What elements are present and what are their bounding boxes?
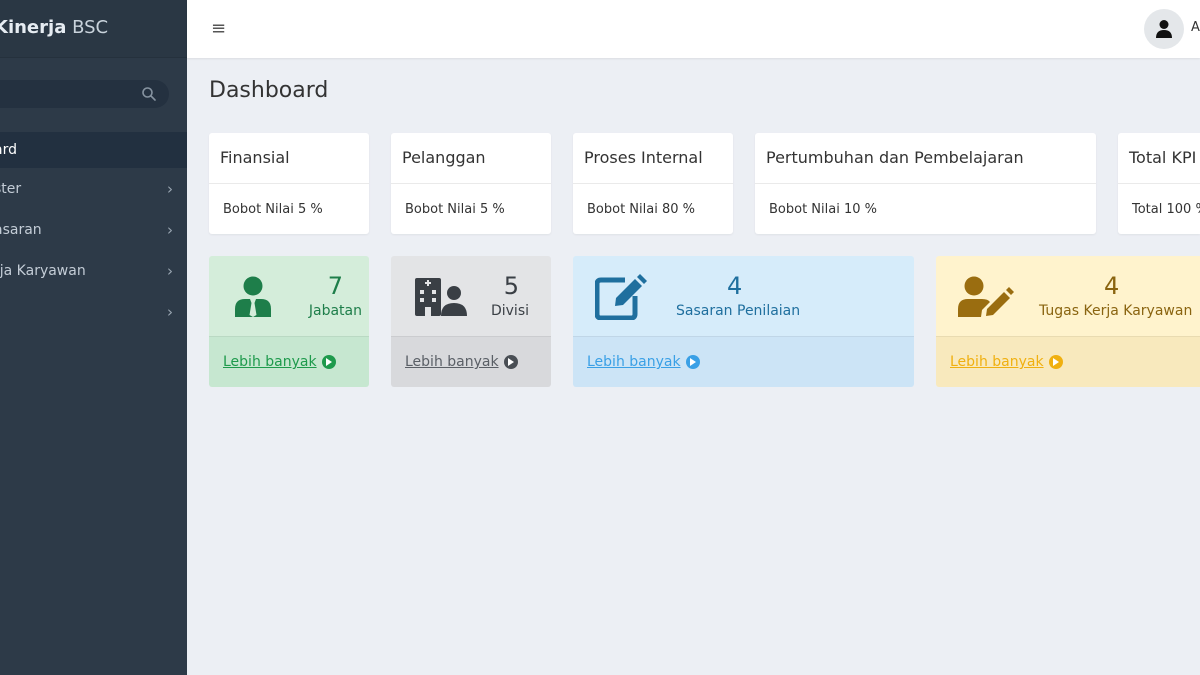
chevron-right-icon: ›	[167, 261, 173, 280]
bsc-card-total-kpi: Total KPI Total 100 %	[1118, 133, 1200, 234]
more-link[interactable]: Lebih banyak	[587, 354, 700, 370]
user-tie-icon	[235, 276, 271, 317]
tile-header: 4 Sasaran Penilaian	[573, 256, 914, 336]
bsc-card-title: Proses Internal	[584, 148, 703, 167]
bsc-card-proses-internal: Proses Internal Bobot Nilai 80 %	[573, 133, 733, 234]
bsc-card-title: Finansial	[220, 148, 290, 167]
divider	[573, 183, 733, 184]
top-navbar: ≡ A	[187, 0, 1200, 58]
tile-footer: Lebih banyak	[936, 336, 1200, 387]
divider	[755, 183, 1096, 184]
sidebar-item-label: ard	[0, 142, 17, 158]
brand-name-light: BSC	[66, 17, 109, 38]
tile-header: 4 Tugas Kerja Karyawan	[936, 256, 1200, 336]
arrow-circle-right-icon	[321, 355, 336, 369]
more-link-label: Lebih banyak	[587, 354, 681, 370]
user-avatar[interactable]	[1144, 9, 1184, 49]
sidebar-item-sasaran[interactable]: asaran ›	[0, 209, 187, 250]
sidebar-item-label: ster	[0, 180, 22, 197]
chevron-right-icon: ›	[167, 302, 173, 321]
hospital-user-icon	[415, 278, 467, 316]
tile-header: 7 Jabatan	[209, 256, 369, 336]
bsc-card-value: Bobot Nilai 10 %	[769, 202, 877, 217]
tile-label: Tugas Kerja Karyawan	[1039, 303, 1193, 319]
arrow-circle-right-icon	[1048, 355, 1063, 369]
more-link-label: Lebih banyak	[223, 354, 317, 370]
sidebar: Kinerja BSC ard ster › asaran › rja Kary…	[0, 0, 187, 675]
stat-tile-sasaran-penilaian: 4 Sasaran Penilaian Lebih banyak	[573, 256, 914, 387]
brand-name-bold: Kinerja	[0, 17, 67, 38]
more-link-label: Lebih banyak	[950, 354, 1044, 370]
tile-label: Divisi	[490, 303, 529, 319]
more-link[interactable]: Lebih banyak	[223, 354, 336, 370]
hamburger-menu-icon[interactable]: ≡	[211, 18, 226, 39]
sidebar-item-master[interactable]: ster ›	[0, 168, 187, 209]
user-icon	[1156, 20, 1172, 38]
stat-tile-jabatan: 7 Jabatan Lebih banyak	[209, 256, 369, 387]
sidebar-item-label: rja Karyawan	[0, 262, 86, 279]
user-name[interactable]: A	[1191, 20, 1200, 35]
bsc-card-value: Bobot Nilai 5 %	[405, 202, 505, 217]
more-link-label: Lebih banyak	[405, 354, 499, 370]
chevron-right-icon: ›	[167, 179, 173, 198]
divider	[1118, 183, 1200, 184]
stat-tile-tugas-kerja: 4 Tugas Kerja Karyawan Lebih banyak	[936, 256, 1200, 387]
arrow-circle-right-icon	[685, 355, 700, 369]
chevron-right-icon: ›	[167, 220, 173, 239]
stat-tile-divisi: 5 Divisi Lebih banyak	[391, 256, 551, 387]
tile-label: Jabatan	[308, 303, 362, 319]
brand-bar: Kinerja BSC	[0, 0, 187, 58]
bsc-card-value: Total 100 %	[1132, 202, 1200, 217]
edit-icon	[595, 274, 647, 320]
tile-count: 4	[727, 272, 743, 300]
tile-count: 5	[503, 272, 519, 300]
bsc-card-pelanggan: Pelanggan Bobot Nilai 5 %	[391, 133, 551, 234]
sidebar-item-more[interactable]: ›	[0, 291, 187, 332]
tile-footer: Lebih banyak	[391, 336, 551, 387]
sidebar-nav: ard ster › asaran › rja Karyawan › ›	[0, 132, 187, 332]
bsc-card-pertumbuhan: Pertumbuhan dan Pembelajaran Bobot Nilai…	[755, 133, 1096, 234]
sidebar-item-kerja-karyawan[interactable]: rja Karyawan ›	[0, 250, 187, 291]
divider	[209, 183, 369, 184]
more-link[interactable]: Lebih banyak	[405, 354, 518, 370]
brand-logo[interactable]: Kinerja BSC	[0, 17, 108, 38]
bsc-card-finansial: Finansial Bobot Nilai 5 %	[209, 133, 369, 234]
tile-count: 4	[1104, 272, 1120, 300]
tile-footer: Lebih banyak	[209, 336, 369, 387]
sidebar-item-dashboard[interactable]: ard	[0, 132, 187, 168]
bsc-card-title: Pelanggan	[402, 148, 486, 167]
bsc-card-title: Total KPI	[1129, 148, 1197, 167]
sidebar-item-label: asaran	[0, 221, 42, 238]
search-icon[interactable]	[141, 86, 157, 102]
tile-header: 5 Divisi	[391, 256, 551, 336]
more-link[interactable]: Lebih banyak	[950, 354, 1063, 370]
sidebar-search-input[interactable]	[0, 80, 169, 108]
page-title: Dashboard	[209, 78, 329, 103]
bsc-card-title: Pertumbuhan dan Pembelajaran	[766, 148, 1024, 167]
bsc-card-value: Bobot Nilai 5 %	[223, 202, 323, 217]
tile-label: Sasaran Penilaian	[676, 303, 801, 319]
tile-count: 7	[327, 272, 343, 300]
tile-footer: Lebih banyak	[573, 336, 914, 387]
divider	[391, 183, 551, 184]
arrow-circle-right-icon	[503, 355, 518, 369]
bsc-card-value: Bobot Nilai 80 %	[587, 202, 695, 217]
user-edit-icon	[958, 276, 1014, 317]
